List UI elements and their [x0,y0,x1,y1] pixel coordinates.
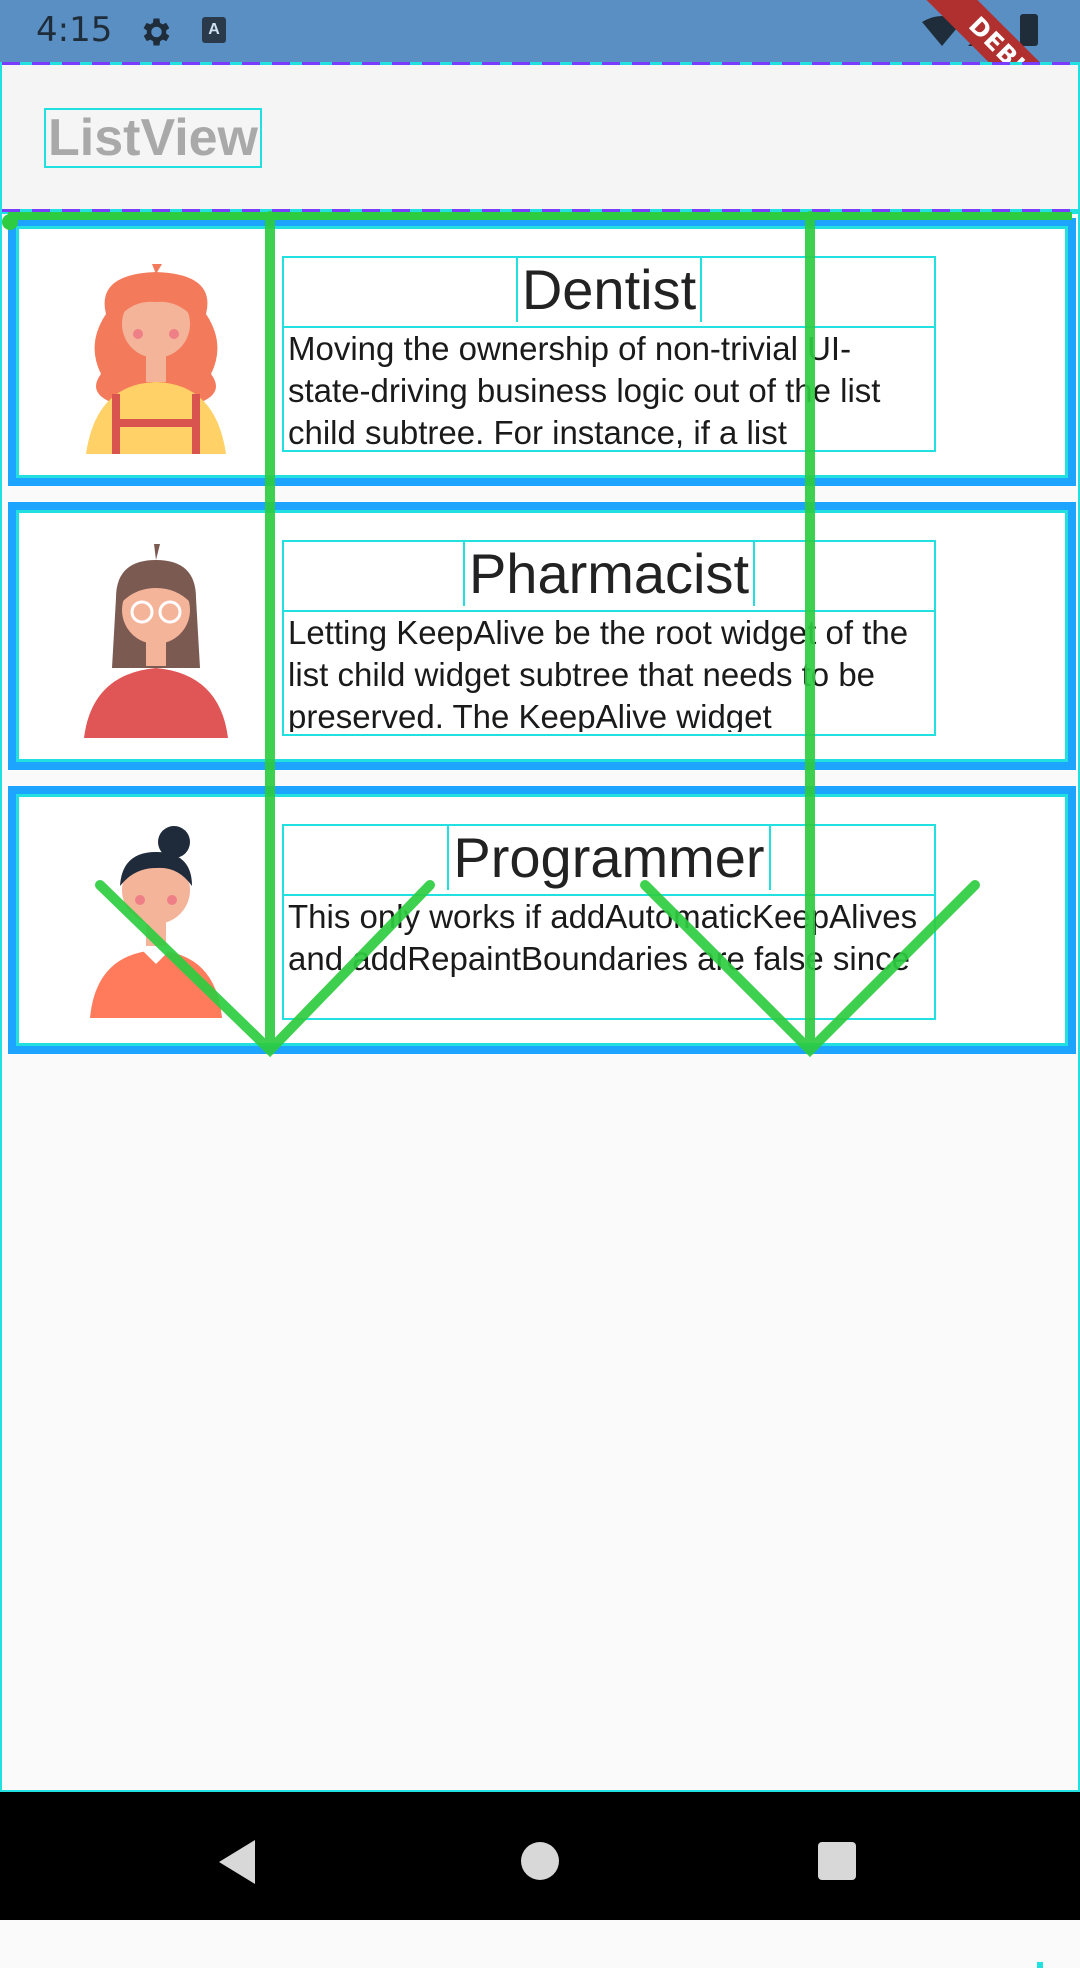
page-title: ListView [44,108,263,168]
item-title: Programmer [447,826,771,890]
item-text-container: Programmer This only works if addAutomat… [282,824,936,1020]
battery-icon [1020,14,1038,46]
dentist-avatar [86,264,226,454]
debug-marker [1037,1962,1043,1968]
keyboard-a-icon: A [202,17,226,43]
item-description: Moving the ownership of non-trivial UI-s… [288,330,881,448]
item-title: Pharmacist [462,542,756,606]
gear-icon [143,18,170,46]
list-item-programmer[interactable]: Programmer This only works if addAutomat… [8,786,1076,1054]
list-item-dentist[interactable]: Dentist Moving the ownership of non-triv… [8,218,1076,486]
item-text-container: Pharmacist Letting KeepAlive be the root… [282,540,936,736]
item-text-container: Dentist Moving the ownership of non-triv… [282,256,936,452]
list-view[interactable]: Dentist Moving the ownership of non-triv… [0,212,1080,1968]
status-bar: 4:15 A [0,0,1080,62]
debug-divider [2,62,1078,65]
app-bar: ListView [0,62,1080,212]
list-item-pharmacist[interactable]: Pharmacist Letting KeepAlive be the root… [8,502,1076,770]
recents-icon[interactable] [817,1841,857,1881]
item-title: Dentist [515,258,703,322]
home-icon[interactable] [519,1840,561,1882]
item-description: Letting KeepAlive be the root widget of … [288,614,909,732]
system-nav-bar [0,1792,1080,1920]
item-description: This only works if addAutomaticKeepAlive… [288,898,918,977]
back-icon[interactable] [215,1838,259,1886]
programmer-avatar [90,826,222,1018]
pharmacist-avatar [84,544,228,738]
status-time: 4:15 [36,10,113,50]
